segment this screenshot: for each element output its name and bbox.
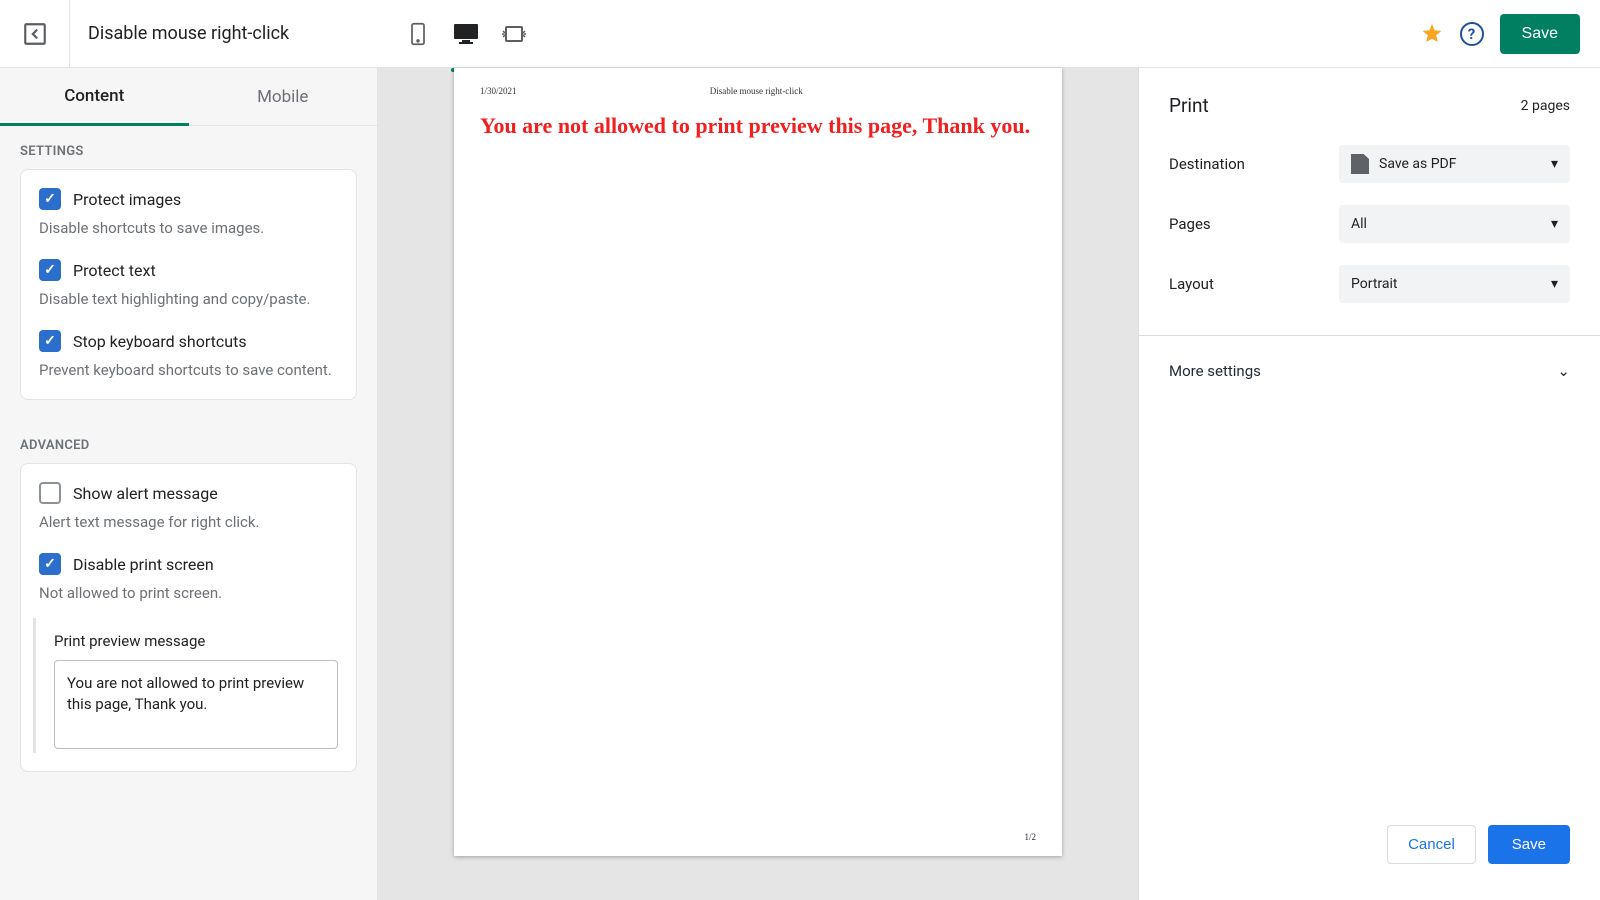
divider <box>1139 335 1600 336</box>
checkbox-disable-print[interactable] <box>39 553 61 575</box>
print-message-label: Print preview message <box>54 632 338 650</box>
chevron-down-icon: ⌄ <box>1557 362 1570 380</box>
expand-icon <box>502 24 526 44</box>
page-title: Disable mouse right-click <box>70 23 289 44</box>
print-row-destination: Destination Save as PDF ▾ <box>1169 145 1570 183</box>
desc-show-alert: Alert text message for right click. <box>39 512 338 533</box>
print-page-count: 2 pages <box>1521 98 1570 114</box>
back-button[interactable] <box>0 0 70 68</box>
print-row-layout: Layout Portrait ▾ <box>1169 265 1570 303</box>
page-date: 1/30/2021 <box>480 86 517 96</box>
pages-select[interactable]: All ▾ <box>1339 205 1570 243</box>
help-icon[interactable]: ? <box>1460 22 1484 46</box>
chevron-down-icon: ▾ <box>1551 156 1558 172</box>
desc-stop-shortcuts: Prevent keyboard shortcuts to save conte… <box>39 360 338 381</box>
destination-label: Destination <box>1169 155 1339 173</box>
setting-show-alert: Show alert message Alert text message fo… <box>39 482 338 533</box>
label-protect-text: Protect text <box>73 261 156 280</box>
print-message-textarea[interactable] <box>54 660 338 749</box>
print-header: Print 2 pages <box>1169 94 1570 117</box>
print-message-field: Print preview message <box>33 618 338 753</box>
advanced-card: Show alert message Alert text message fo… <box>20 463 357 772</box>
print-row-pages: Pages All ▾ <box>1169 205 1570 243</box>
sidebar-tabs: Content Mobile <box>0 68 377 126</box>
layout-select[interactable]: Portrait ▾ <box>1339 265 1570 303</box>
setting-disable-print: Disable print screen Not allowed to prin… <box>39 553 338 753</box>
desc-disable-print: Not allowed to print screen. <box>39 583 338 604</box>
device-fullwidth-button[interactable] <box>495 15 533 53</box>
pages-value: All <box>1351 216 1367 232</box>
chevron-down-icon: ▾ <box>1551 276 1558 292</box>
cancel-button[interactable]: Cancel <box>1387 825 1476 864</box>
device-mobile-button[interactable] <box>399 15 437 53</box>
mobile-icon <box>408 22 428 46</box>
label-disable-print: Disable print screen <box>73 555 214 574</box>
chevron-down-icon: ▾ <box>1551 216 1558 232</box>
sidebar: Content Mobile SETTINGS Protect images D… <box>0 68 378 900</box>
more-settings-toggle[interactable]: More settings ⌄ <box>1169 362 1570 380</box>
pdf-icon <box>1351 154 1369 174</box>
star-icon[interactable] <box>1420 22 1444 46</box>
destination-value: Save as PDF <box>1379 156 1457 172</box>
advanced-section-label: ADVANCED <box>0 420 377 463</box>
settings-section-label: SETTINGS <box>0 126 377 169</box>
back-arrow-icon <box>22 21 48 47</box>
label-protect-images: Protect images <box>73 190 181 209</box>
checkbox-protect-images[interactable] <box>39 188 61 210</box>
top-right-actions: ? Save <box>1420 14 1600 54</box>
destination-select[interactable]: Save as PDF ▾ <box>1339 145 1570 183</box>
layout-value: Portrait <box>1351 276 1397 292</box>
preview-page: 1/30/2021 Disable mouse right-click You … <box>454 68 1062 856</box>
desktop-icon <box>453 23 479 45</box>
pages-label: Pages <box>1169 215 1339 233</box>
checkbox-show-alert[interactable] <box>39 482 61 504</box>
desc-protect-text: Disable text highlighting and copy/paste… <box>39 289 338 310</box>
label-show-alert: Show alert message <box>73 484 218 503</box>
print-panel: Print 2 pages Destination Save as PDF ▾ … <box>1138 68 1600 900</box>
device-toggle-group <box>399 15 533 53</box>
preview-area: 1/30/2021 Disable mouse right-click You … <box>378 68 1138 900</box>
tab-mobile[interactable]: Mobile <box>189 68 378 126</box>
desc-protect-images: Disable shortcuts to save images. <box>39 218 338 239</box>
page-header: 1/30/2021 Disable mouse right-click <box>454 68 1062 96</box>
settings-card: Protect images Disable shortcuts to save… <box>20 169 357 400</box>
print-title: Print <box>1169 94 1209 117</box>
device-desktop-button[interactable] <box>447 15 485 53</box>
setting-protect-images: Protect images Disable shortcuts to save… <box>39 188 338 239</box>
print-actions: Cancel Save <box>1169 825 1570 874</box>
page-doc-title: Disable mouse right-click <box>710 86 803 96</box>
print-save-button[interactable]: Save <box>1488 825 1570 864</box>
page-footer: 1/2 <box>1024 832 1036 842</box>
setting-stop-shortcuts: Stop keyboard shortcuts Prevent keyboard… <box>39 330 338 381</box>
main-area: Content Mobile SETTINGS Protect images D… <box>0 68 1600 900</box>
layout-label: Layout <box>1169 275 1339 293</box>
checkbox-protect-text[interactable] <box>39 259 61 281</box>
tab-content[interactable]: Content <box>0 68 189 126</box>
top-bar: Disable mouse right-click ? Save <box>0 0 1600 68</box>
checkbox-stop-shortcuts[interactable] <box>39 330 61 352</box>
page-message: You are not allowed to print preview thi… <box>454 96 1062 156</box>
more-settings-label: More settings <box>1169 362 1261 380</box>
label-stop-shortcuts: Stop keyboard shortcuts <box>73 332 247 351</box>
setting-protect-text: Protect text Disable text highlighting a… <box>39 259 338 310</box>
save-button[interactable]: Save <box>1500 14 1580 54</box>
